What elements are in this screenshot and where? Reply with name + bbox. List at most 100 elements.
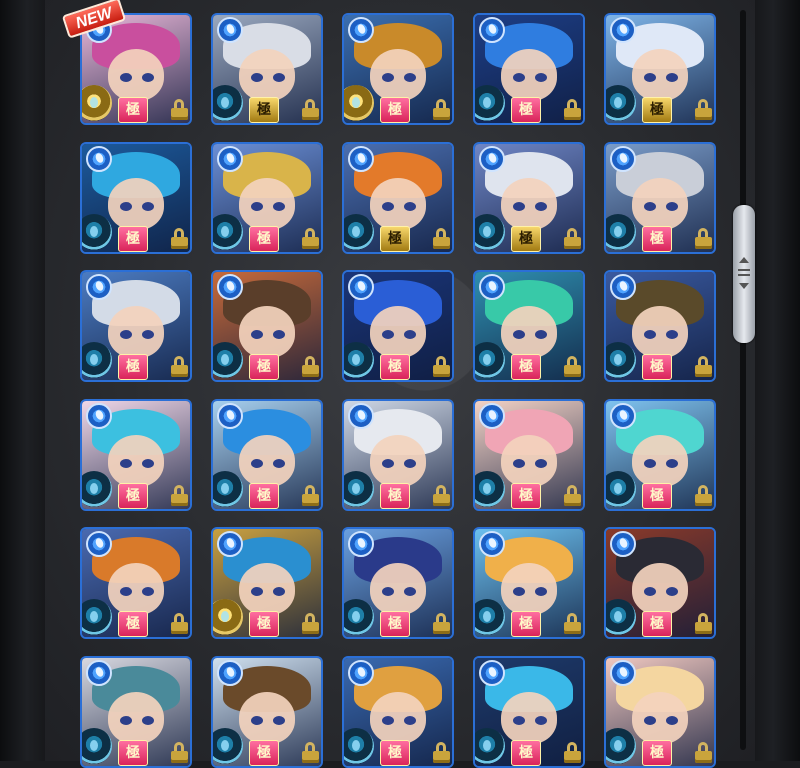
- lock-icon[interactable]: [170, 613, 190, 635]
- monster-face: [108, 306, 164, 358]
- water-element-icon: [217, 403, 243, 429]
- monster-card[interactable]: 極: [342, 142, 454, 254]
- scrollbar-track[interactable]: [740, 10, 746, 750]
- lock-icon[interactable]: [170, 485, 190, 507]
- monster-card[interactable]: 極: [211, 270, 323, 382]
- monster-card[interactable]: 極: [80, 399, 192, 511]
- monster-face: [108, 563, 164, 615]
- monster-eye: [666, 73, 678, 82]
- monster-eye: [404, 330, 416, 339]
- monster-card[interactable]: 極: [211, 13, 323, 125]
- lock-icon[interactable]: [563, 228, 583, 250]
- monster-card[interactable]: 極: [80, 13, 192, 125]
- monster-eye: [120, 716, 132, 725]
- kyoku-badge: 極: [642, 611, 672, 637]
- kyoku-badge: 極: [380, 354, 410, 380]
- monster-card[interactable]: 極: [473, 399, 585, 511]
- kyoku-badge: 極: [511, 611, 541, 637]
- monster-card[interactable]: 極: [473, 13, 585, 125]
- lock-icon[interactable]: [301, 228, 321, 250]
- monster-eye: [666, 716, 678, 725]
- monster-card[interactable]: 極: [80, 656, 192, 768]
- lock-icon[interactable]: [301, 99, 321, 121]
- monster-card[interactable]: 極: [211, 656, 323, 768]
- monster-face: [632, 563, 688, 615]
- lock-icon[interactable]: [301, 613, 321, 635]
- lock-icon[interactable]: [301, 485, 321, 507]
- monster-eye: [382, 73, 394, 82]
- monster-eye: [513, 716, 525, 725]
- water-element-icon: [348, 403, 374, 429]
- monster-card[interactable]: 極: [473, 527, 585, 639]
- lock-icon[interactable]: [432, 485, 452, 507]
- lock-icon[interactable]: [694, 228, 714, 250]
- lock-icon[interactable]: [563, 356, 583, 378]
- monster-card[interactable]: 極: [604, 527, 716, 639]
- monster-card[interactable]: 極: [604, 656, 716, 768]
- monster-eye: [644, 716, 656, 725]
- monster-eye: [644, 330, 656, 339]
- monster-eye: [513, 330, 525, 339]
- lock-icon[interactable]: [694, 356, 714, 378]
- monster-card[interactable]: 極: [473, 270, 585, 382]
- monster-face: [501, 49, 557, 101]
- monster-card[interactable]: 極: [342, 399, 454, 511]
- kyoku-badge: 極: [511, 226, 541, 252]
- monster-card[interactable]: 極: [473, 142, 585, 254]
- monster-eye: [666, 202, 678, 211]
- lock-icon[interactable]: [432, 99, 452, 121]
- lock-icon[interactable]: [432, 228, 452, 250]
- lock-icon[interactable]: [563, 613, 583, 635]
- monster-card[interactable]: 極: [211, 142, 323, 254]
- monster-card[interactable]: 極: [80, 527, 192, 639]
- kyoku-badge: 極: [642, 740, 672, 766]
- kyoku-badge: 極: [642, 226, 672, 252]
- lock-icon[interactable]: [170, 99, 190, 121]
- scroll-down-arrow-icon: [739, 283, 749, 289]
- monster-card[interactable]: 極: [604, 270, 716, 382]
- monster-eye: [273, 330, 285, 339]
- lock-icon[interactable]: [563, 99, 583, 121]
- monster-eye: [120, 202, 132, 211]
- monster-face: [632, 435, 688, 487]
- lock-icon[interactable]: [694, 485, 714, 507]
- monster-eye: [666, 459, 678, 468]
- monster-card[interactable]: 極: [342, 270, 454, 382]
- monster-card[interactable]: 極: [604, 399, 716, 511]
- monster-face: [370, 49, 426, 101]
- lock-icon[interactable]: [694, 99, 714, 121]
- monster-card[interactable]: 極: [80, 270, 192, 382]
- lock-icon[interactable]: [432, 356, 452, 378]
- water-element-icon: [610, 660, 636, 686]
- lock-icon[interactable]: [170, 228, 190, 250]
- monster-eye: [142, 716, 154, 725]
- monster-card[interactable]: 極: [604, 142, 716, 254]
- monster-card[interactable]: 極: [211, 399, 323, 511]
- monster-eye: [666, 330, 678, 339]
- monster-eye: [535, 73, 547, 82]
- monster-eye: [251, 587, 263, 596]
- monster-card[interactable]: 極: [342, 656, 454, 768]
- monster-card[interactable]: 極: [342, 527, 454, 639]
- kyoku-badge: 極: [380, 226, 410, 252]
- monster-card[interactable]: 極: [211, 527, 323, 639]
- monster-eye: [382, 716, 394, 725]
- monster-card[interactable]: 極: [473, 656, 585, 768]
- monster-card[interactable]: 極: [604, 13, 716, 125]
- water-element-icon: [348, 660, 374, 686]
- lock-icon[interactable]: [170, 356, 190, 378]
- monster-eye: [142, 202, 154, 211]
- scroll-thumb[interactable]: [733, 205, 755, 343]
- monster-card[interactable]: 極: [80, 142, 192, 254]
- water-element-icon: [348, 17, 374, 43]
- monster-face: [370, 306, 426, 358]
- monster-eye: [251, 459, 263, 468]
- lock-icon[interactable]: [432, 613, 452, 635]
- kyoku-badge: 極: [118, 354, 148, 380]
- monster-eye: [644, 587, 656, 596]
- lock-icon[interactable]: [694, 613, 714, 635]
- lock-icon[interactable]: [301, 356, 321, 378]
- scroll-up-arrow-icon: [739, 257, 749, 263]
- lock-icon[interactable]: [563, 485, 583, 507]
- monster-card[interactable]: 極: [342, 13, 454, 125]
